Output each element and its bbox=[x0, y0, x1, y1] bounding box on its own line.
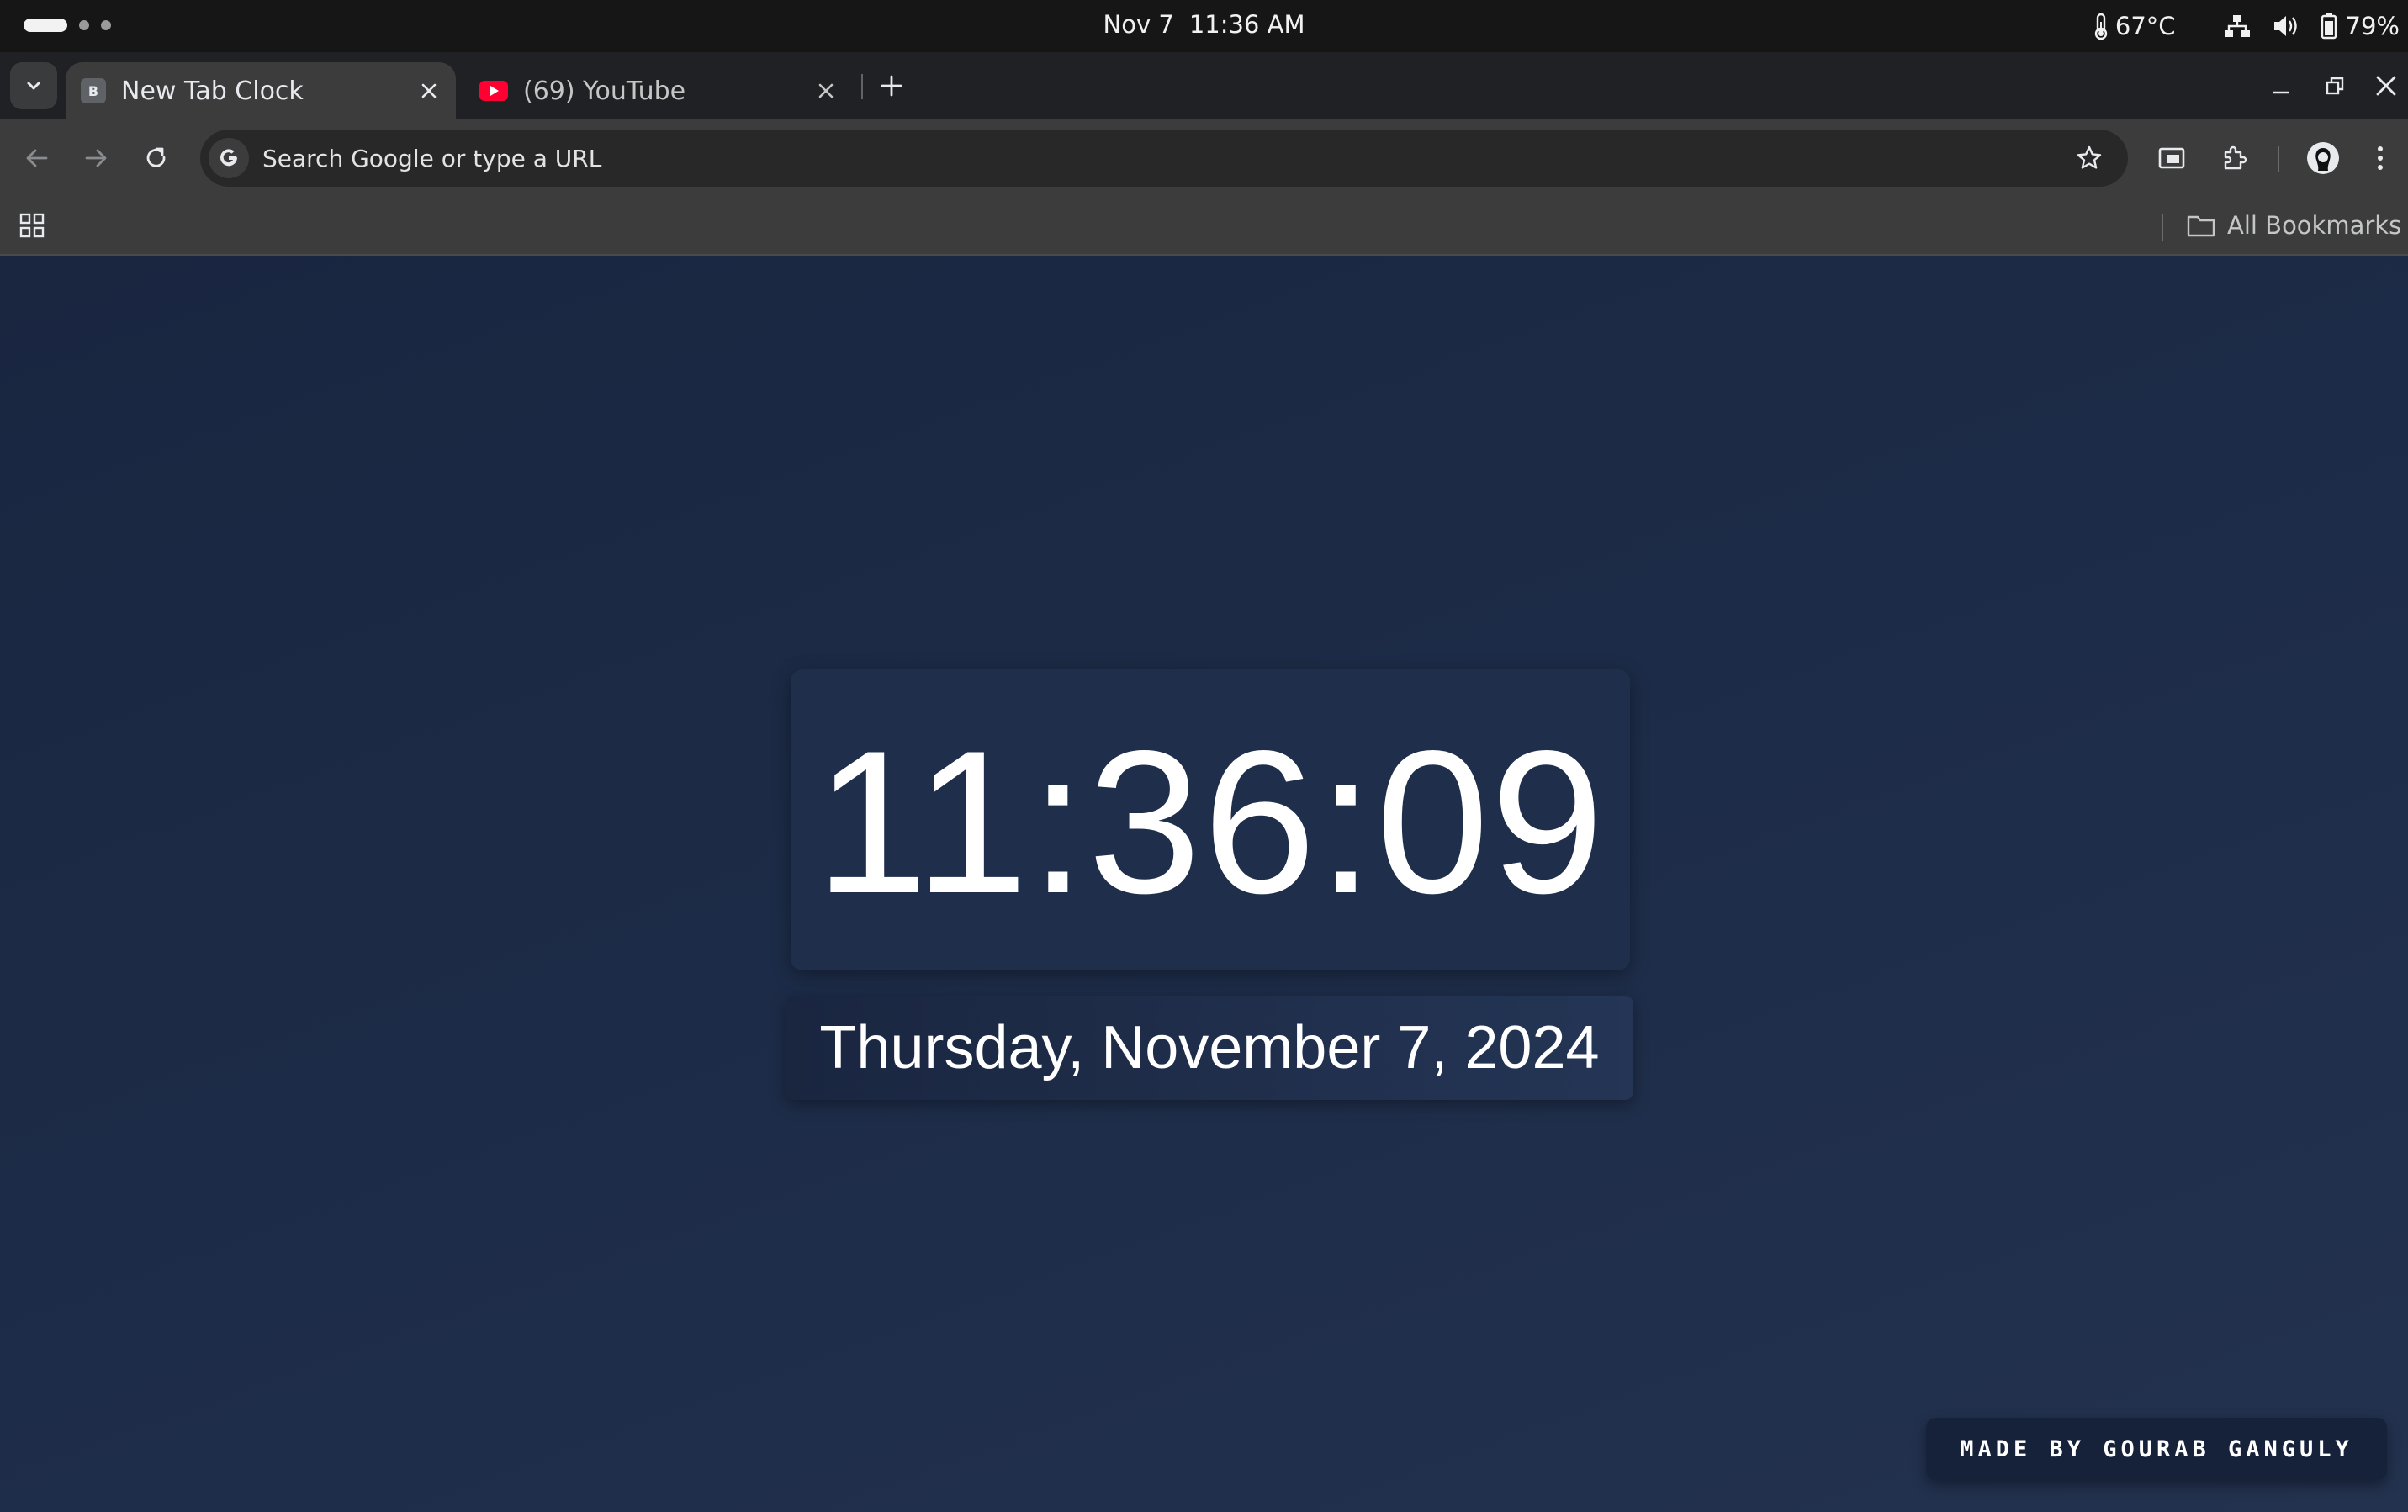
arrow-left-icon bbox=[24, 145, 50, 171]
clock-date: Thursday, November 7, 2024 bbox=[819, 1014, 1600, 1081]
chevron-down-icon bbox=[24, 77, 43, 95]
bookmarks-separator bbox=[2162, 214, 2163, 241]
close-icon bbox=[2376, 76, 2396, 96]
tab-youtube[interactable]: (69) YouTube bbox=[466, 62, 853, 119]
picture-in-picture-icon bbox=[2158, 146, 2185, 170]
more-vert-icon bbox=[2377, 145, 2384, 171]
restore-icon bbox=[2325, 76, 2345, 96]
google-icon bbox=[209, 138, 249, 178]
new-tab-clock-page: 11:36:09 Thursday, November 7, 2024 MADE… bbox=[0, 256, 2408, 1512]
credit-text: MADE BY GOURAB GANGULY bbox=[1960, 1435, 2353, 1462]
forward-button[interactable] bbox=[76, 138, 116, 178]
battery-value: 79% bbox=[2345, 12, 2400, 40]
folder-icon bbox=[2187, 214, 2215, 237]
credit-badge: MADE BY GOURAB GANGULY bbox=[1926, 1418, 2387, 1480]
tab-new-tab-clock[interactable]: B New Tab Clock bbox=[66, 62, 456, 119]
tab-title: New Tab Clock bbox=[121, 76, 304, 106]
close-tab-icon[interactable] bbox=[809, 74, 843, 108]
workspace-dot bbox=[79, 20, 89, 30]
clock-card: 11:36:09 bbox=[791, 669, 1630, 970]
tab-search-button[interactable] bbox=[10, 62, 57, 109]
tab-favicon: B bbox=[81, 78, 106, 103]
workspace-indicator[interactable] bbox=[24, 19, 111, 32]
workspace-dot bbox=[101, 20, 111, 30]
battery-indicator: 79% bbox=[2321, 12, 2400, 40]
toolbar-separator bbox=[2278, 146, 2279, 172]
picture-in-picture-button[interactable] bbox=[2151, 138, 2192, 178]
os-date: Nov 7 bbox=[1103, 10, 1174, 39]
address-input[interactable] bbox=[262, 133, 2069, 183]
restore-button[interactable] bbox=[2311, 66, 2358, 106]
os-time: 11:36 AM bbox=[1188, 10, 1305, 39]
extensions-button[interactable] bbox=[2214, 138, 2254, 178]
apps-button[interactable] bbox=[13, 207, 50, 244]
back-button[interactable] bbox=[17, 138, 57, 178]
plus-icon bbox=[881, 75, 902, 97]
tab-divider bbox=[861, 74, 863, 99]
battery-icon bbox=[2321, 13, 2337, 40]
tab-title: (69) YouTube bbox=[523, 76, 686, 106]
active-workspace-pill bbox=[24, 19, 67, 32]
temperature-value: 67°C bbox=[2114, 12, 2176, 40]
date-card: Thursday, November 7, 2024 bbox=[786, 996, 1633, 1100]
os-top-bar: Nov 7 11:36 AM 67°C 79% bbox=[0, 0, 2408, 52]
puzzle-icon bbox=[2220, 145, 2247, 172]
close-window-button[interactable] bbox=[2365, 66, 2407, 106]
reload-button[interactable] bbox=[136, 138, 177, 178]
all-bookmarks-label: All Bookmarks bbox=[2227, 211, 2402, 240]
tab-strip: B New Tab Clock (69) YouTube bbox=[0, 52, 2408, 119]
new-tab-button[interactable] bbox=[871, 66, 912, 106]
reload-icon bbox=[144, 145, 169, 171]
system-status-area[interactable]: 67°C 79% bbox=[2092, 0, 2400, 52]
avatar bbox=[2306, 141, 2340, 175]
bookmark-star-icon[interactable] bbox=[2069, 138, 2109, 178]
omnibox[interactable] bbox=[200, 130, 2128, 187]
youtube-icon bbox=[479, 81, 508, 101]
minimize-button[interactable] bbox=[2257, 66, 2305, 106]
apps-grid-icon bbox=[19, 213, 45, 238]
os-clock[interactable]: Nov 7 11:36 AM bbox=[0, 0, 2408, 52]
bookmarks-bar: All Bookmarks bbox=[0, 197, 2408, 256]
browser-toolbar bbox=[0, 119, 2408, 197]
arrow-right-icon bbox=[83, 145, 108, 171]
profile-button[interactable] bbox=[2303, 138, 2343, 178]
browser-menu-button[interactable] bbox=[2363, 138, 2397, 178]
minimize-icon bbox=[2271, 76, 2291, 96]
clock-time: 11:36:09 bbox=[814, 709, 1606, 936]
thermometer-icon bbox=[2092, 12, 2110, 40]
all-bookmarks-button[interactable]: All Bookmarks bbox=[2187, 204, 2401, 247]
volume-icon bbox=[2272, 13, 2300, 39]
temperature-indicator: 67°C bbox=[2092, 12, 2176, 40]
network-icon bbox=[2223, 13, 2252, 39]
close-tab-icon[interactable] bbox=[412, 74, 446, 108]
